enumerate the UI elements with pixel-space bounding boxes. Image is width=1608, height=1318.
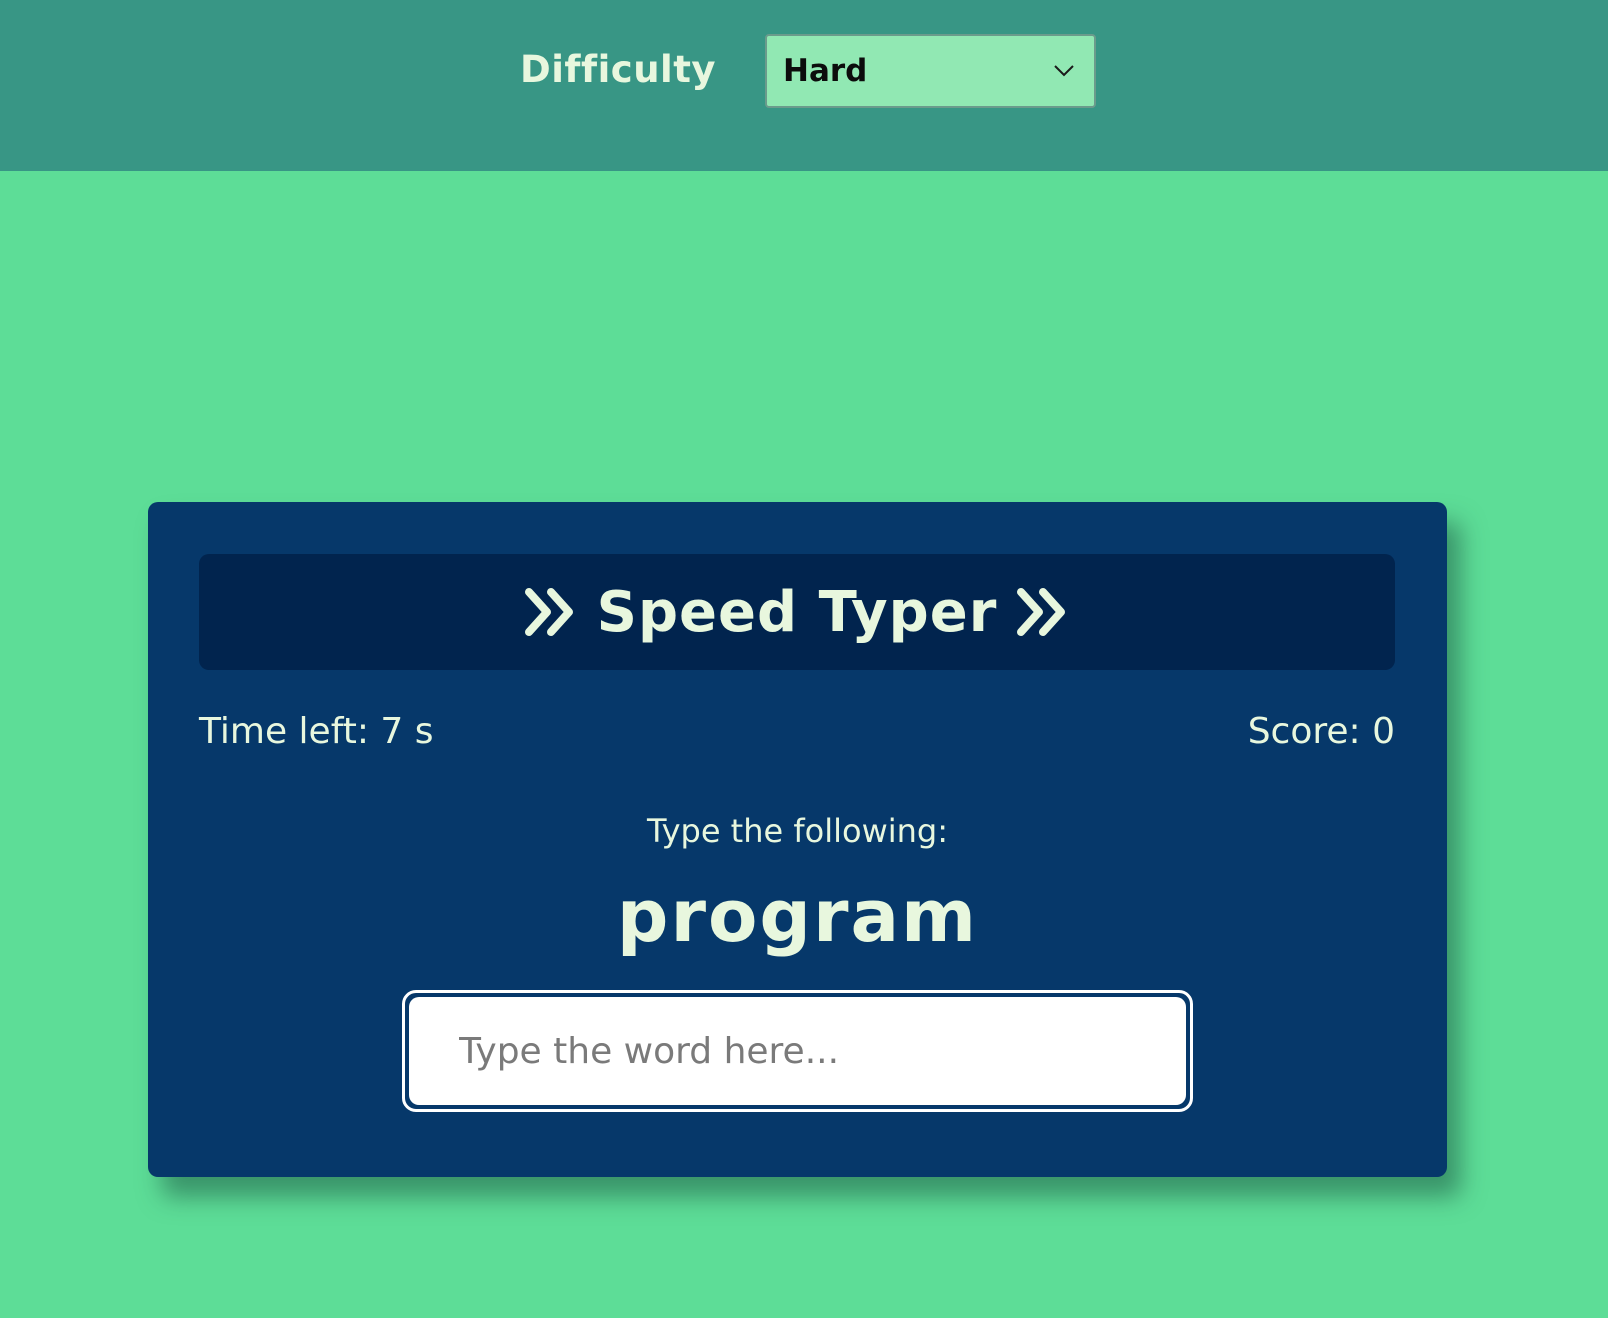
word-input-frame xyxy=(402,990,1193,1112)
target-word: program xyxy=(616,874,979,958)
double-chevron-right-icon xyxy=(524,588,573,636)
difficulty-selected-value: Hard xyxy=(783,53,868,89)
word-input[interactable] xyxy=(409,997,1186,1105)
game-card: Speed Typer Time left: 7 s Score: 0 Type… xyxy=(148,502,1447,1177)
title-banner: Speed Typer xyxy=(199,554,1395,670)
difficulty-label: Difficulty xyxy=(520,48,717,91)
settings-bar: Difficulty Hard xyxy=(0,0,1608,171)
type-prompt: Type the following: xyxy=(647,812,948,850)
time-left: Time left: 7 s xyxy=(199,711,434,752)
chevron-down-icon xyxy=(1054,65,1074,77)
score: Score: 0 xyxy=(1247,711,1395,752)
double-chevron-right-icon xyxy=(1017,588,1066,636)
game-title: Speed Typer xyxy=(596,579,998,645)
difficulty-select[interactable]: Hard xyxy=(765,34,1096,108)
